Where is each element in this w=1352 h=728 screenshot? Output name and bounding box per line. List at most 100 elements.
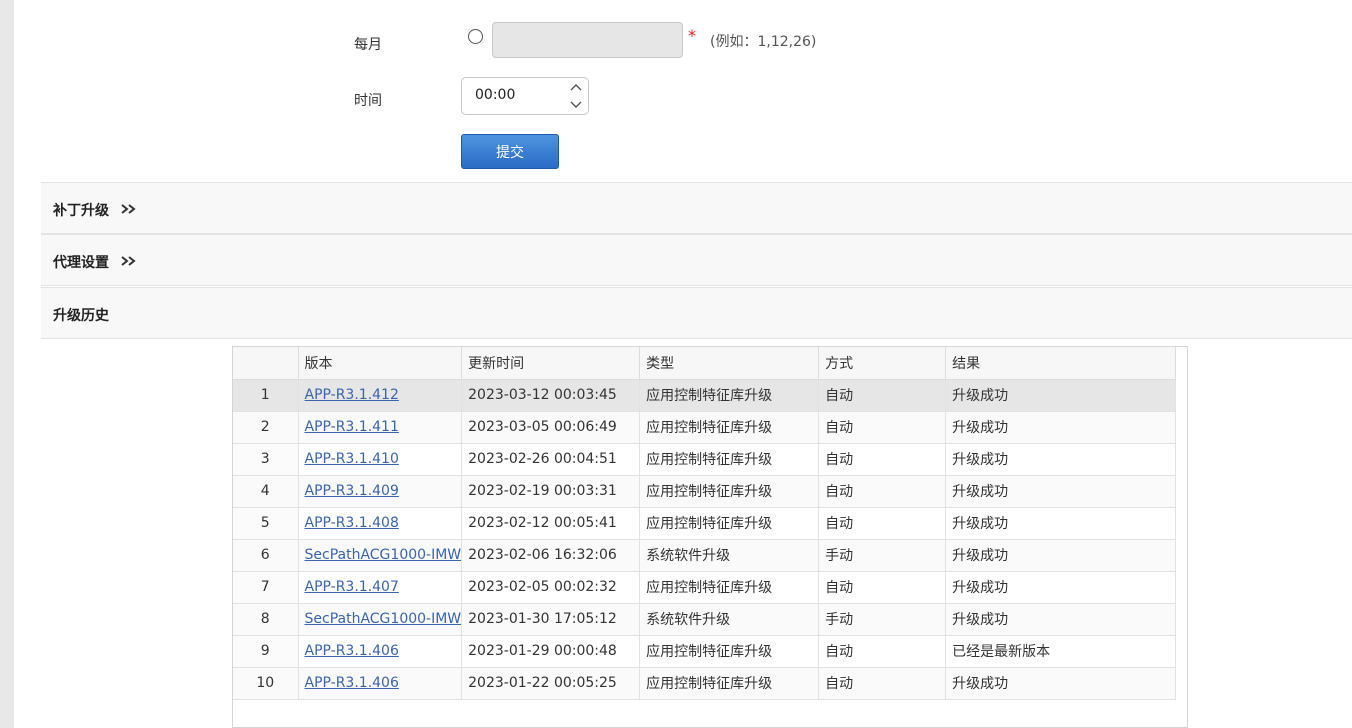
type-cell: 应用控制特征库升级 [639,411,820,444]
table-row[interactable]: 1 APP-R3.1.412 2023-03-12 00:03:45 应用控制特… [233,379,1177,412]
result-cell: 升级成功 [945,539,1177,572]
table-row[interactable]: 10 APP-R3.1.406 2023-01-22 00:05:25 应用控制… [233,667,1177,700]
table-row[interactable]: 8 SecPathACG1000-IMW 2023-01-30 17:05:12… [233,603,1177,636]
update-time-cell: 2023-02-05 00:02:32 [461,571,641,604]
mode-cell: 自动 [818,635,947,668]
version-link[interactable]: APP-R3.1.406 [305,675,399,691]
submit-button[interactable]: 提交 [461,134,559,169]
row-index: 9 [233,635,299,668]
left-scroll-strip [0,0,14,728]
column-header-mode[interactable]: 方式 [818,347,947,380]
row-index: 3 [233,443,299,476]
time-value: 00:00 [475,87,516,103]
type-cell: 应用控制特征库升级 [639,379,820,412]
mode-cell: 自动 [818,443,947,476]
result-cell: 升级成功 [945,379,1177,412]
section-title-patch-upgrade: 补丁升级 [53,203,109,219]
version-link[interactable]: APP-R3.1.411 [305,419,399,435]
update-time-cell: 2023-02-26 00:04:51 [461,443,641,476]
version-link[interactable]: APP-R3.1.406 [305,643,399,659]
row-index: 6 [233,539,299,572]
version-link[interactable]: APP-R3.1.410 [305,451,399,467]
section-patch-upgrade[interactable]: 补丁升级 [41,182,1352,234]
type-cell: 应用控制特征库升级 [639,443,820,476]
table-row[interactable]: 6 SecPathACG1000-IMW 2023-02-06 16:32:06… [233,539,1177,572]
chevron-down-icon[interactable] [570,98,582,110]
version-link[interactable]: APP-R3.1.407 [305,579,399,595]
table-header-row: 版本 更新时间 类型 方式 结果 [233,347,1177,380]
update-time-cell: 2023-01-22 00:05:25 [461,667,641,700]
table-row[interactable]: 3 APP-R3.1.410 2023-02-26 00:04:51 应用控制特… [233,443,1177,476]
type-cell: 应用控制特征库升级 [639,635,820,668]
version-link[interactable]: APP-R3.1.408 [305,515,399,531]
mode-cell: 自动 [818,411,947,444]
column-header-index [233,347,299,380]
monthly-days-input[interactable] [492,22,683,58]
time-label: 时间 [354,93,382,109]
mode-cell: 自动 [818,571,947,604]
result-cell: 已经是最新版本 [945,635,1177,668]
column-header-update-time[interactable]: 更新时间 [461,347,641,380]
update-time-cell: 2023-02-06 16:32:06 [461,539,641,572]
type-cell: 系统软件升级 [639,539,820,572]
monthly-hint: (例如：1,12,26) [710,34,817,50]
result-cell: 升级成功 [945,475,1177,508]
mode-cell: 自动 [818,379,947,412]
update-time-cell: 2023-02-12 00:05:41 [461,507,641,540]
type-cell: 应用控制特征库升级 [639,475,820,508]
column-header-result[interactable]: 结果 [945,347,1177,380]
update-time-cell: 2023-01-29 00:00:48 [461,635,641,668]
update-time-cell: 2023-03-12 00:03:45 [461,379,641,412]
chevron-up-icon[interactable] [570,82,582,94]
version-link[interactable]: SecPathACG1000-IMW [305,547,461,563]
section-proxy-settings[interactable]: 代理设置 [41,234,1352,286]
double-chevron-right-icon [121,204,136,214]
section-title-upgrade-history: 升级历史 [53,308,109,324]
time-spinner[interactable] [569,81,583,111]
type-cell: 应用控制特征库升级 [639,667,820,700]
result-cell: 升级成功 [945,571,1177,604]
monthly-label: 每月 [354,37,382,53]
row-index: 10 [233,667,299,700]
result-cell: 升级成功 [945,443,1177,476]
update-time-cell: 2023-02-19 00:03:31 [461,475,641,508]
version-link[interactable]: SecPathACG1000-IMW [305,611,461,627]
upgrade-history-table: 版本 更新时间 类型 方式 结果 1 APP-R3.1.412 2023-03-… [232,346,1188,728]
mode-cell: 自动 [818,507,947,540]
row-index: 1 [233,379,299,412]
table-row[interactable]: 5 APP-R3.1.408 2023-02-12 00:05:41 应用控制特… [233,507,1177,540]
result-cell: 升级成功 [945,603,1177,636]
type-cell: 应用控制特征库升级 [639,571,820,604]
mode-cell: 手动 [818,603,947,636]
result-cell: 升级成功 [945,667,1177,700]
table-row[interactable]: 4 APP-R3.1.409 2023-02-19 00:03:31 应用控制特… [233,475,1177,508]
version-link[interactable]: APP-R3.1.409 [305,483,399,499]
row-index: 5 [233,507,299,540]
column-header-type[interactable]: 类型 [639,347,820,380]
table-row[interactable]: 2 APP-R3.1.411 2023-03-05 00:06:49 应用控制特… [233,411,1177,444]
required-mark: * [688,26,696,45]
result-cell: 升级成功 [945,507,1177,540]
section-title-proxy-settings: 代理设置 [53,255,109,271]
table-row[interactable]: 7 APP-R3.1.407 2023-02-05 00:02:32 应用控制特… [233,571,1177,604]
row-index: 2 [233,411,299,444]
schedule-form: 每月 * (例如：1,12,26) 时间 00:00 提交 [14,0,1352,182]
mode-cell: 自动 [818,475,947,508]
table-row[interactable]: 9 APP-R3.1.406 2023-01-29 00:00:48 应用控制特… [233,635,1177,668]
row-index: 8 [233,603,299,636]
column-header-version[interactable]: 版本 [298,347,463,380]
double-chevron-right-icon [121,256,136,266]
section-upgrade-history: 升级历史 [41,287,1352,339]
update-time-cell: 2023-03-05 00:06:49 [461,411,641,444]
row-index: 4 [233,475,299,508]
version-link[interactable]: APP-R3.1.412 [305,387,399,403]
mode-cell: 手动 [818,539,947,572]
mode-cell: 自动 [818,667,947,700]
type-cell: 系统软件升级 [639,603,820,636]
time-input[interactable]: 00:00 [461,77,589,115]
monthly-radio[interactable] [468,29,483,44]
result-cell: 升级成功 [945,411,1177,444]
type-cell: 应用控制特征库升级 [639,507,820,540]
row-index: 7 [233,571,299,604]
update-time-cell: 2023-01-30 17:05:12 [461,603,641,636]
